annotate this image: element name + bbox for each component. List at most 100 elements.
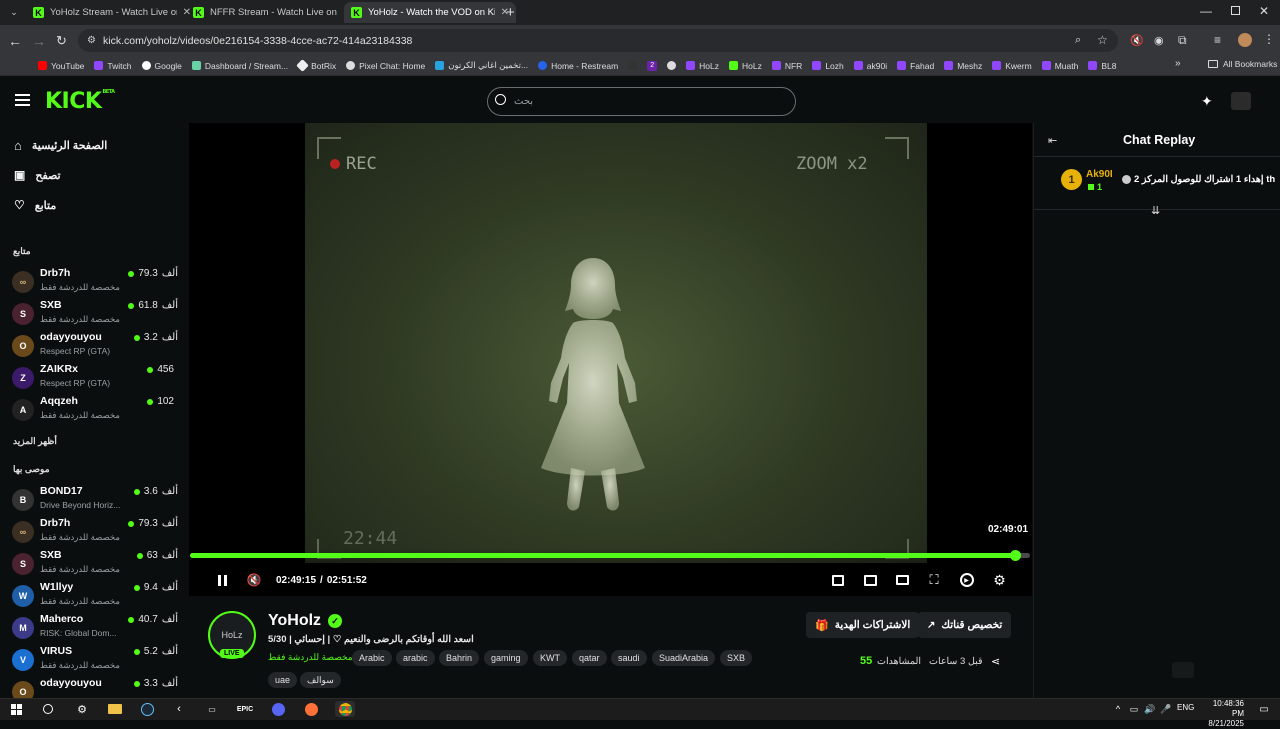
- bookmark-item[interactable]: BL8: [1088, 61, 1116, 71]
- close-window-button[interactable]: ✕: [1259, 4, 1269, 18]
- bookmark-item[interactable]: HoLz: [686, 61, 719, 71]
- settings-button[interactable]: ⚙: [991, 571, 1008, 589]
- channel-name[interactable]: YoHolz ✓: [268, 612, 343, 630]
- language-indicator[interactable]: ENG: [1177, 703, 1194, 712]
- sidebar-item-browse[interactable]: ▣ تصفح: [14, 168, 61, 182]
- tag[interactable]: Arabic: [352, 650, 392, 666]
- recommended-channel-item[interactable]: M Maherco RISK: Global Dom... 40.7 ألف: [12, 612, 180, 644]
- bookmark-item[interactable]: YouTube: [38, 61, 84, 71]
- taskbar-app[interactable]: [270, 701, 286, 717]
- windows-start-button[interactable]: [8, 701, 24, 717]
- taskbar-epic[interactable]: EPIC: [237, 701, 253, 717]
- site-info-icon[interactable]: ⚙: [87, 35, 96, 46]
- search-input[interactable]: بحث: [487, 87, 796, 116]
- chat-username[interactable]: Ak90I: [1086, 169, 1113, 180]
- browser-menu-icon[interactable]: ⋮: [1263, 32, 1275, 46]
- media-controls-icon[interactable]: ≡: [1214, 33, 1221, 47]
- notification-icon[interactable]: ✦: [1201, 93, 1213, 110]
- bookmark-item[interactable]: Muath: [1041, 61, 1078, 71]
- recommended-channel-item[interactable]: V VIRUS مخصصة للدردشة فقط 5.2 ألف: [12, 644, 180, 676]
- taskbar-chrome[interactable]: [335, 701, 355, 717]
- bookmark-item[interactable]: Home - Restream: [538, 61, 618, 71]
- all-bookmarks-button[interactable]: All Bookmarks: [1206, 59, 1278, 69]
- bookmark-star-icon[interactable]: ☆: [1097, 33, 1108, 47]
- notification-center-icon[interactable]: ▭: [1256, 701, 1272, 717]
- reload-button[interactable]: ↻: [56, 33, 67, 49]
- bookmark-item[interactable]: تخمين اغاني الكرتون...: [435, 60, 528, 71]
- bookmark-item[interactable]: 2: [647, 60, 658, 71]
- tray-overflow-icon[interactable]: ^: [1110, 701, 1126, 717]
- collapse-chat-button[interactable]: ⇤: [1048, 134, 1057, 147]
- recommended-channel-item[interactable]: B BOND17 Drive Beyond Horiz... 3.6 ألف: [12, 484, 180, 516]
- clip-button[interactable]: [830, 571, 846, 589]
- taskbar-search-button[interactable]: [40, 701, 56, 717]
- recommended-channel-item[interactable]: S SXB مخصصة للدردشة فقط 63 ألف: [12, 548, 180, 580]
- bookmark-item[interactable]: Pixel Chat: Home: [346, 61, 425, 71]
- bookmark-item[interactable]: BotRix: [296, 59, 336, 72]
- tag[interactable]: SXB: [720, 650, 753, 666]
- taskbar-app[interactable]: ▭: [204, 701, 220, 717]
- bookmark-item[interactable]: [667, 61, 677, 70]
- tag[interactable]: uae: [268, 672, 298, 688]
- following-channel-item[interactable]: ∞ Drb7h مخصصة للدردشة فقط 79.3 ألف: [12, 266, 180, 298]
- bookmarks-overflow-icon[interactable]: »: [1175, 58, 1181, 69]
- tag[interactable]: سوالف: [300, 672, 341, 688]
- browser-tab-1[interactable]: KYoHolz Stream - Watch Live on Kick✕: [26, 2, 198, 23]
- restore-button[interactable]: [1231, 6, 1240, 15]
- address-bar[interactable]: ⚙ kick.com/yoholz/videos/0e216154-3338-4c…: [78, 29, 1118, 52]
- network-icon[interactable]: ▭: [1126, 701, 1142, 717]
- mute-tab-icon[interactable]: 🔇: [1130, 34, 1144, 47]
- extension-icon[interactable]: ◉: [1154, 34, 1164, 47]
- tag[interactable]: gaming: [484, 650, 528, 666]
- taskbar-app[interactable]: ‹: [171, 701, 187, 717]
- speed-button[interactable]: ▶: [958, 571, 975, 589]
- sidebar-item-following[interactable]: ♡ متابع: [14, 198, 56, 212]
- bookmark-item[interactable]: Meshz: [944, 61, 982, 71]
- tag[interactable]: Bahrin: [439, 650, 480, 666]
- forward-button[interactable]: →: [32, 33, 46, 49]
- bookmark-item[interactable]: Fahad: [897, 61, 934, 71]
- pip-button[interactable]: [862, 571, 878, 589]
- following-channel-item[interactable]: A Aqqzeh مخصصة للدردشة فقط 102: [12, 394, 180, 426]
- bookmark-item[interactable]: ak90i: [853, 61, 887, 71]
- browser-tab-3[interactable]: K YoHolz - Watch the VOD on Kick ✕: [344, 2, 516, 23]
- extensions-puzzle-icon[interactable]: ⧉: [1178, 33, 1187, 48]
- volume-icon[interactable]: 🔊: [1142, 701, 1158, 717]
- tag[interactable]: qatar: [572, 650, 607, 666]
- menu-icon[interactable]: [15, 94, 30, 106]
- taskbar-app[interactable]: ⚙: [74, 701, 90, 717]
- bookmark-item[interactable]: Kwerm: [992, 61, 1032, 71]
- bookmark-item[interactable]: Lozh: [812, 61, 844, 71]
- pause-button[interactable]: [214, 571, 230, 589]
- following-channel-item[interactable]: S SXB مخصصة للدردشة فقط 61.8 ألف: [12, 298, 180, 330]
- stream-category[interactable]: مخصصة للدردشة فقط: [268, 652, 353, 663]
- taskbar-steam[interactable]: [139, 701, 155, 717]
- taskbar-explorer[interactable]: [107, 701, 123, 717]
- bookmark-item[interactable]: NFR: [771, 61, 802, 71]
- tag[interactable]: arabic: [396, 650, 435, 666]
- customize-channel-button[interactable]: ↗ تخصيص قناتك: [918, 612, 1012, 638]
- fullscreen-button[interactable]: ⛶: [926, 571, 942, 589]
- scroll-to-bottom-button[interactable]: ⇊: [1151, 204, 1160, 217]
- following-channel-item[interactable]: Oodayyouyou Respect RP (GTA) 3.2 ألف: [12, 330, 180, 362]
- taskbar-firefox[interactable]: [303, 701, 319, 717]
- mute-button[interactable]: 🔇: [245, 571, 263, 589]
- user-avatar[interactable]: [1231, 92, 1251, 110]
- sidebar-item-home[interactable]: ⌂ الصفحة الرئيسية: [14, 138, 107, 153]
- progress-thumb[interactable]: [1010, 550, 1021, 561]
- mic-icon[interactable]: 🎤: [1158, 701, 1174, 717]
- taskbar-clock[interactable]: 10:48:36 PM 8/21/2025: [1200, 699, 1244, 729]
- following-channel-item[interactable]: Z ZAIKRx Respect RP (GTA) 456: [12, 362, 180, 394]
- profile-avatar[interactable]: [1238, 33, 1252, 47]
- tag[interactable]: saudi: [611, 650, 647, 666]
- recommended-channel-item[interactable]: W W1llyy مخصصة للدردشة فقط 9.4 ألف: [12, 580, 180, 612]
- bookmark-item[interactable]: HoLz: [729, 61, 762, 71]
- new-tab-button[interactable]: +: [506, 4, 515, 21]
- bookmark-item[interactable]: Google: [141, 61, 182, 71]
- browser-tab-2[interactable]: KNFFR Stream - Watch Live on Kick✕: [186, 2, 358, 23]
- share-icon[interactable]: ⋖: [991, 655, 1000, 668]
- gift-subs-button[interactable]: 🎁 الاشتراكات الهدية: [806, 612, 920, 638]
- kick-logo[interactable]: KICKBETA: [45, 89, 115, 114]
- bookmark-item[interactable]: Dashboard / Stream...: [191, 61, 288, 71]
- recommended-channel-item[interactable]: ∞ Drb7h مخصصة للدردشة فقط 79.3 ألف: [12, 516, 180, 548]
